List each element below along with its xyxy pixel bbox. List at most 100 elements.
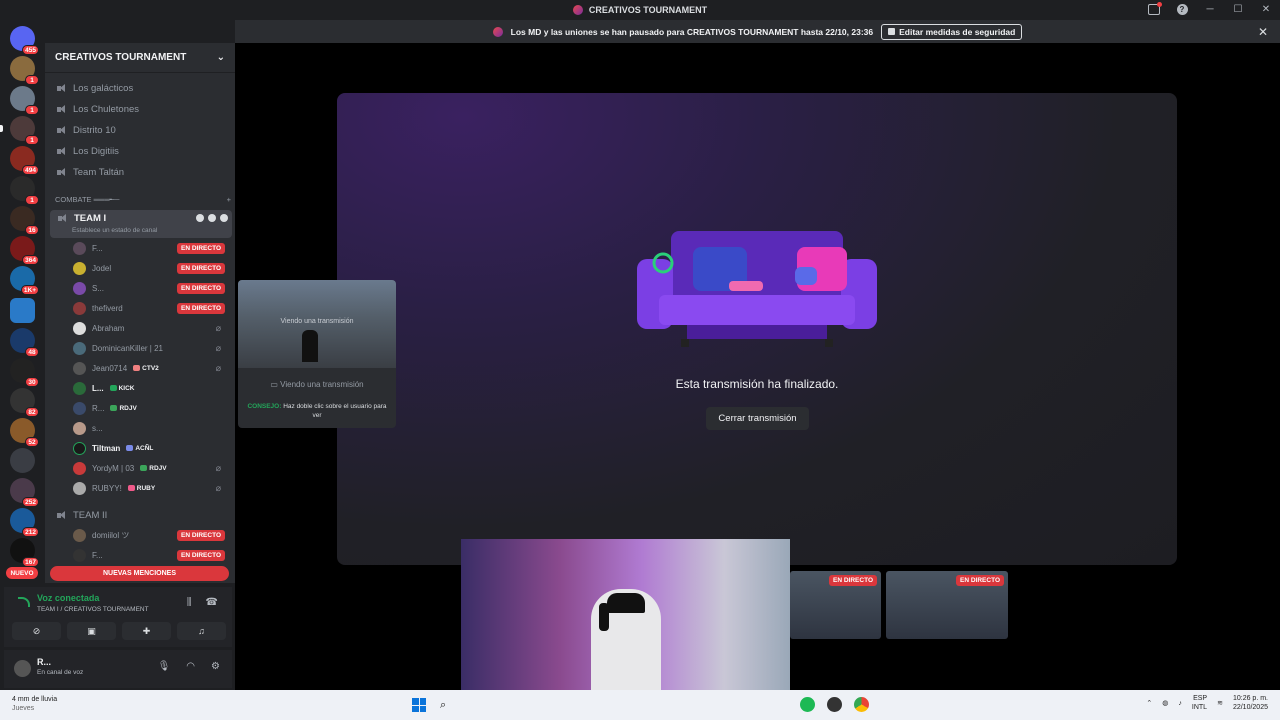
- server-icon[interactable]: 1: [0, 116, 39, 145]
- voice-member[interactable]: R... RDJV: [73, 399, 225, 417]
- stream-thumbnail[interactable]: EN DIRECTO: [886, 571, 1008, 639]
- voice-member[interactable]: F... EN DIRECTO: [73, 546, 225, 564]
- voice-member[interactable]: s...: [73, 419, 225, 437]
- add-channel-icon[interactable]: +: [227, 195, 231, 204]
- avatar[interactable]: [14, 660, 31, 677]
- share-screen-button[interactable]: ▣: [67, 622, 116, 640]
- invite-icon[interactable]: [208, 214, 216, 222]
- server-icon[interactable]: [10, 298, 35, 323]
- network-icon[interactable]: ◍: [1162, 699, 1168, 707]
- voice-status[interactable]: Voz conectada: [37, 593, 99, 603]
- minimize-button[interactable]: ─: [1204, 3, 1216, 15]
- voice-location[interactable]: TEAM I / CREATIVOS TOURNAMENT: [37, 606, 149, 613]
- language-indicator[interactable]: ESP INTL: [1192, 694, 1207, 713]
- voice-member[interactable]: DominicanKiller | 21 ⌀: [73, 339, 225, 357]
- server-icon[interactable]: 494: [10, 146, 39, 175]
- stream-ended-text: Esta transmisión ha finalizado.: [675, 377, 839, 391]
- server-icon[interactable]: 1: [10, 86, 39, 115]
- voice-member[interactable]: Tiltman ACÑL: [73, 439, 225, 457]
- member-tag: CTV2: [133, 365, 159, 372]
- wifi-icon[interactable]: ≋: [1217, 699, 1223, 707]
- mention-badge: 364: [22, 255, 39, 265]
- noise-suppression-icon[interactable]: ⫼: [187, 597, 192, 608]
- voice-member[interactable]: RUBYY! RUBY ⌀: [73, 479, 225, 497]
- close-window-button[interactable]: ✕: [1260, 3, 1272, 15]
- search-icon[interactable]: ⌕: [440, 699, 446, 712]
- server-icon[interactable]: [10, 448, 35, 473]
- voice-channel[interactable]: Los Chuletones: [53, 100, 231, 118]
- voice-member[interactable]: thefiverd EN DIRECTO: [73, 299, 225, 317]
- server-icon[interactable]: 1: [10, 56, 39, 85]
- server-icon[interactable]: 1K+: [10, 266, 39, 295]
- server-icon[interactable]: 252: [10, 478, 39, 507]
- guild-header[interactable]: CREATIVOS TOURNAMENT ⌄: [45, 43, 235, 73]
- voice-member[interactable]: Jodel EN DIRECTO: [73, 259, 225, 277]
- server-icon[interactable]: 16: [10, 206, 39, 235]
- voice-channel[interactable]: Los galácticos: [53, 79, 231, 97]
- voice-member[interactable]: YordyM | 03 RDJV ⌀: [73, 459, 225, 477]
- help-icon[interactable]: ?: [1176, 3, 1188, 15]
- server-icon[interactable]: 52: [10, 418, 39, 447]
- server-icon[interactable]: 82: [10, 388, 39, 417]
- spotify-icon[interactable]: [800, 697, 815, 712]
- disconnect-icon[interactable]: ☎: [206, 597, 218, 608]
- gear-icon[interactable]: ⚙: [211, 661, 220, 672]
- server-icon[interactable]: 48: [10, 328, 39, 357]
- stream-preview-popup[interactable]: Viendo una transmisión ▭ Viendo una tran…: [238, 280, 396, 428]
- soundboard-button[interactable]: ♫: [177, 622, 226, 640]
- avatar: [73, 481, 86, 495]
- chrome-icon[interactable]: [854, 697, 869, 712]
- voice-member[interactable]: Jean0714 CTV2 ⌀: [73, 359, 225, 377]
- member-name: thefiverd: [92, 303, 123, 313]
- user-status: En canal de voz: [37, 669, 84, 676]
- member-name: Abraham: [92, 323, 125, 333]
- channel-status[interactable]: Establece un estado de canal: [72, 227, 157, 234]
- chat-icon[interactable]: [196, 214, 204, 222]
- voice-member[interactable]: L... KICK: [73, 379, 225, 397]
- volume-icon[interactable]: ♪: [1178, 700, 1182, 707]
- weather-widget[interactable]: 4 mm de lluvia Jueves: [12, 695, 57, 713]
- voice-member[interactable]: Abraham ⌀: [73, 319, 225, 337]
- close-icon[interactable]: ✕: [1258, 25, 1268, 39]
- server-icon[interactable]: 364: [10, 236, 39, 265]
- voice-member[interactable]: domiilol ツ EN DIRECTO: [73, 526, 225, 544]
- avatar: [73, 361, 86, 375]
- chevron-up-icon[interactable]: ⌃: [1146, 699, 1152, 707]
- close-stream-button[interactable]: Cerrar transmisión: [706, 407, 809, 430]
- avatar: [73, 261, 86, 275]
- headphones-icon[interactable]: ◠: [186, 661, 195, 672]
- server-icon: [492, 26, 503, 37]
- server-icon[interactable]: 212: [10, 508, 39, 537]
- voice-channel[interactable]: Team Taltán: [53, 163, 231, 181]
- home-button[interactable]: 455: [10, 26, 39, 55]
- server-icon[interactable]: 30: [10, 358, 39, 387]
- stream-thumbnail[interactable]: EN DIRECTO: [790, 571, 881, 639]
- chevron-down-icon: ⌄: [216, 52, 225, 63]
- gear-icon[interactable]: [220, 214, 228, 222]
- edit-safety-button[interactable]: Editar medidas de seguridad: [881, 23, 1023, 40]
- voice-channel[interactable]: TEAM II: [53, 506, 231, 524]
- activities-button[interactable]: ✚: [122, 622, 171, 640]
- clock[interactable]: 10:26 p. m. 22/10/2025: [1233, 694, 1268, 713]
- voice-member[interactable]: F... EN DIRECTO: [73, 239, 225, 257]
- category-header[interactable]: COMBATE ═══╾─ +: [55, 195, 231, 204]
- camera-off-button[interactable]: ⊘: [12, 622, 61, 640]
- maximize-button[interactable]: ☐: [1232, 3, 1244, 15]
- live-badge: EN DIRECTO: [177, 529, 225, 541]
- app-icon[interactable]: [827, 697, 842, 712]
- voice-channel[interactable]: Distrito 10: [53, 121, 231, 139]
- user-name[interactable]: R...: [37, 657, 51, 667]
- active-voice-channel[interactable]: TEAM I Establece un estado de canal: [50, 210, 232, 238]
- new-mentions-button[interactable]: NUEVAS MENCIONES: [50, 566, 229, 581]
- new-pill[interactable]: NUEVO: [6, 567, 38, 579]
- windows-start-icon[interactable]: [412, 698, 426, 712]
- live-badge: EN DIRECTO: [177, 282, 225, 294]
- microphone-icon[interactable]: 🎙︎: [158, 661, 171, 672]
- inbox-icon[interactable]: [1148, 1, 1162, 15]
- server-icon[interactable]: 1: [10, 176, 39, 205]
- voice-channel[interactable]: Los Digitiis: [53, 142, 231, 160]
- voice-member[interactable]: S... EN DIRECTO: [73, 279, 225, 297]
- channel-sidebar: CREATIVOS TOURNAMENT ⌄ Los galácticos Lo…: [45, 43, 235, 583]
- server-icon[interactable]: 167: [10, 538, 39, 567]
- member-name: S...: [92, 283, 105, 293]
